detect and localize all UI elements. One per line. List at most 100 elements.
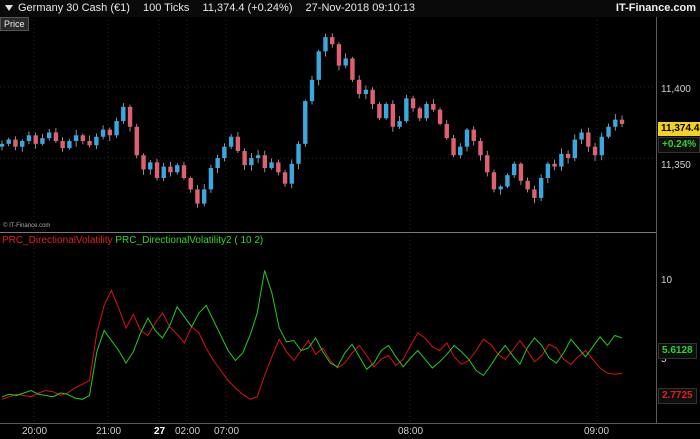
candle-body [559, 153, 564, 167]
candle-body [67, 141, 72, 149]
candle-body [73, 135, 79, 141]
candle-body [127, 106, 133, 127]
candle-body [316, 51, 321, 80]
candle-body [208, 168, 214, 190]
candle-body [60, 141, 65, 149]
candle-body [46, 132, 52, 139]
candle-body [13, 139, 18, 147]
time-label: 21:00 [96, 426, 122, 437]
candle-body [33, 135, 38, 144]
candle-body [336, 44, 342, 66]
candle-body [343, 58, 348, 66]
candle-body [545, 163, 551, 178]
candle-body [606, 126, 611, 137]
candle-body [417, 108, 423, 119]
candle-body [572, 139, 578, 159]
candle-body [188, 178, 193, 190]
time-label: 09:00 [584, 426, 610, 437]
candle-body [168, 166, 173, 173]
candle-body [269, 162, 274, 169]
candle-body [444, 123, 449, 139]
time-label: 02:00 [175, 426, 201, 437]
candle-body [100, 129, 106, 137]
candle-body [20, 141, 25, 147]
candle-body [586, 132, 591, 147]
candle-body [424, 104, 429, 119]
candle-body [121, 106, 126, 122]
candle-body [538, 178, 544, 198]
indicator-label-red: PRC_DirectionalVolatility [2, 235, 113, 246]
candle-body [404, 98, 409, 122]
indicator-lines [1, 270, 623, 400]
candle-body [464, 129, 470, 147]
candle-body [511, 163, 517, 176]
candle-body [114, 121, 119, 136]
candle-body [228, 136, 234, 147]
candle-body [383, 104, 389, 119]
candle-body [323, 37, 328, 52]
candle-body [242, 150, 247, 166]
candle-body [53, 132, 59, 141]
candle-body [154, 162, 160, 178]
candle-body [296, 143, 301, 164]
time-label-day: 27 [154, 426, 166, 437]
candle-body [249, 158, 254, 166]
green-value-badge: 5.6128 [658, 343, 697, 359]
candle-body [485, 155, 490, 173]
candle-body [613, 119, 618, 127]
candle-body [505, 175, 510, 187]
candle-body [377, 104, 382, 119]
candle-body [525, 180, 530, 190]
grid-lines [0, 20, 656, 423]
candle-body [0, 143, 5, 147]
candle-body [330, 37, 335, 45]
candle-body [619, 119, 625, 124]
red-value-badge: 2.7725 [658, 388, 697, 404]
candle-body [309, 79, 315, 102]
candle-body [201, 189, 207, 204]
time-label: 07:00 [214, 426, 240, 437]
candle-body [397, 121, 402, 127]
candle-body [431, 104, 436, 110]
candle-body [148, 162, 153, 170]
candle-body [289, 163, 294, 184]
candle-body [451, 138, 456, 156]
indicator-axis-label: 10 [661, 275, 673, 286]
candle-body [175, 165, 180, 173]
price-axis-label: 11,350 [661, 160, 691, 171]
candle-body [437, 109, 443, 124]
time-label: 08:00 [398, 426, 424, 437]
candle-body [356, 79, 362, 95]
candle-body [94, 136, 99, 146]
candle-body [87, 141, 92, 146]
candle-body [350, 58, 355, 80]
candle-body [262, 155, 268, 169]
copyright-text: © IT-Finance.com [3, 223, 51, 229]
candle-body [282, 172, 288, 184]
candle-body [579, 132, 584, 140]
candle-body [592, 146, 598, 156]
candle-body [107, 129, 113, 136]
candle-body [491, 172, 497, 190]
candle-body [235, 136, 241, 151]
indicator-legend[interactable]: PRC_DirectionalVolatility PRC_Directiona… [2, 235, 263, 246]
candle-body [390, 104, 396, 127]
candle-body [471, 129, 476, 141]
candle-body [552, 163, 557, 167]
indicator-line-green [1, 270, 623, 400]
candle-body [134, 126, 139, 156]
candle-body [141, 155, 146, 170]
panel-separator[interactable] [0, 232, 656, 233]
candle-body [478, 141, 483, 156]
chart-canvas[interactable] [0, 0, 700, 438]
price-axis-line [656, 17, 657, 423]
candle-body [161, 166, 166, 178]
candle-body [6, 139, 11, 144]
candle-body [303, 101, 308, 144]
price-candles [0, 33, 625, 208]
last-price-badge: 11,374.4 [658, 122, 700, 136]
candle-body [40, 138, 45, 144]
time-axis[interactable]: 20:00 21:00 27 02:00 07:00 08:00 09:00 [0, 423, 700, 439]
candle-body [370, 89, 375, 104]
indicator-label-green: PRC_DirectionalVolatility2 [115, 235, 232, 246]
